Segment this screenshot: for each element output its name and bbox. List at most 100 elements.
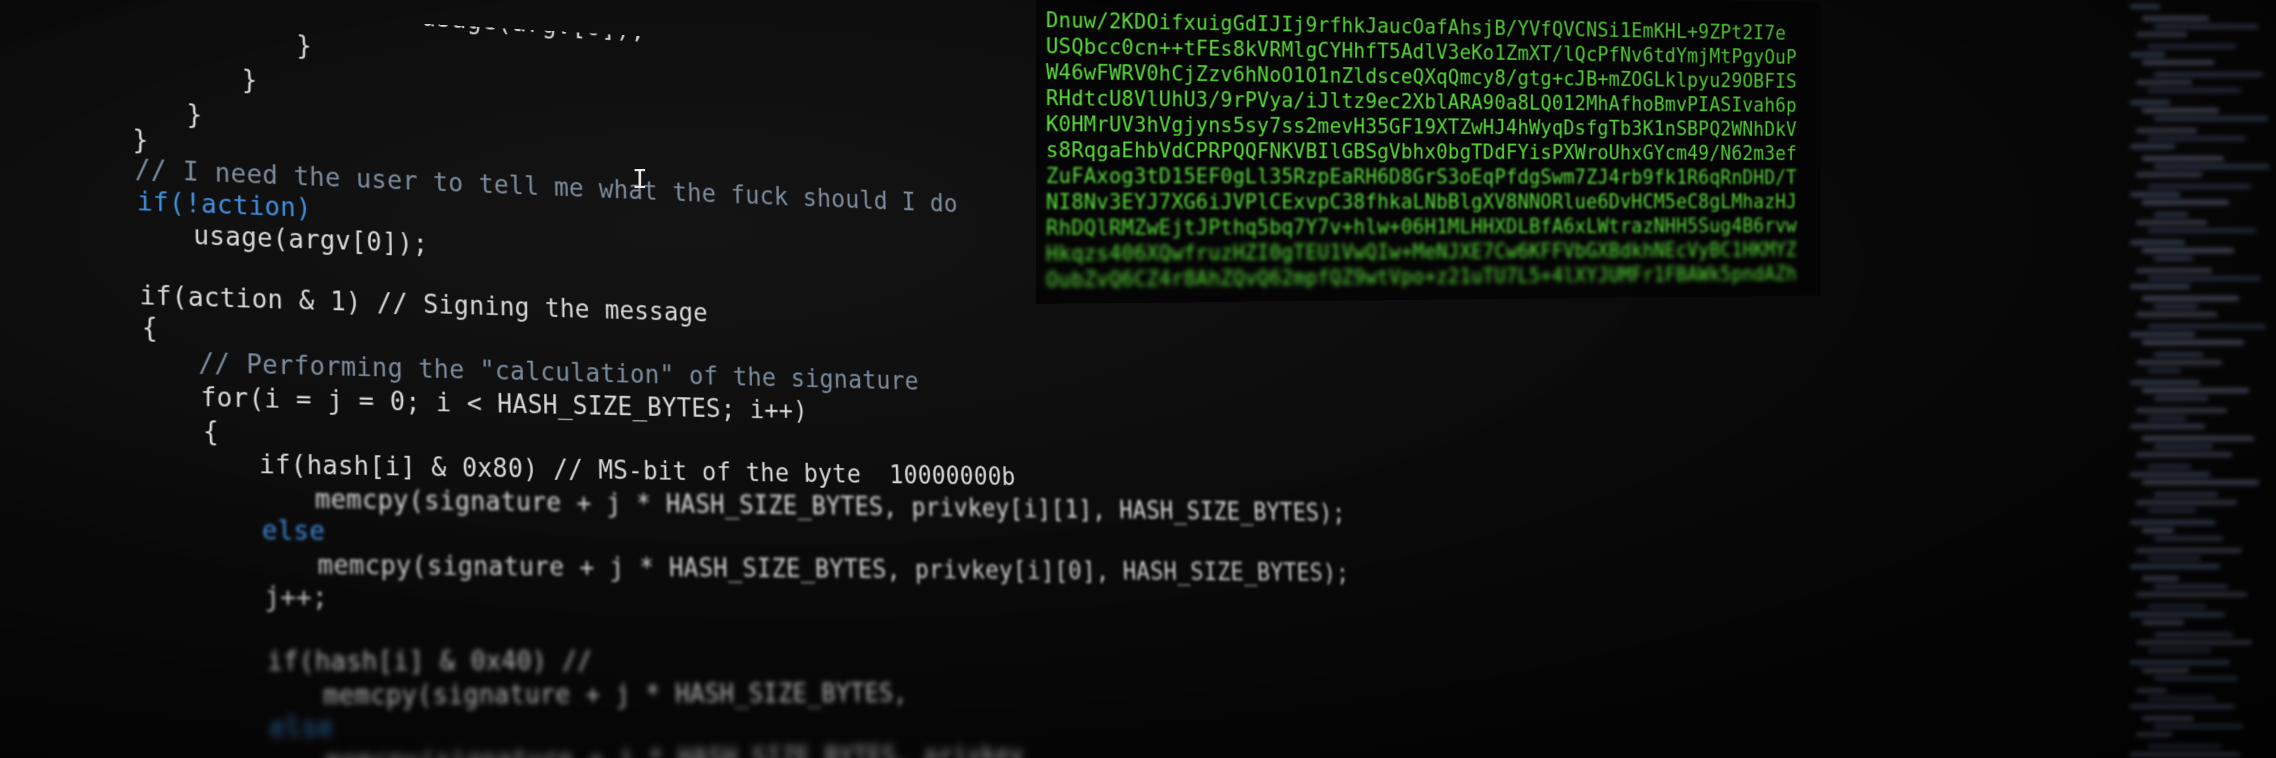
- minimap-line: [2142, 16, 2209, 21]
- minimap-line: [2136, 268, 2212, 273]
- minimap-line: [2148, 416, 2186, 421]
- minimap-line: [2154, 256, 2193, 261]
- code-line: }: [296, 30, 312, 61]
- minimap-line: [2130, 284, 2190, 289]
- code-text: memcpy(signature + j * HASH_SIZE_BYTES, …: [317, 549, 1350, 588]
- minimap-line: [2142, 576, 2179, 581]
- code-text: memcpy(signature + j * HASH_SIZE_BYTES, …: [314, 483, 1346, 528]
- minimap-line: [2136, 500, 2237, 505]
- minimap-line: [2148, 648, 2211, 653]
- minimap-line: [2136, 640, 2252, 645]
- code-line: {: [203, 416, 219, 447]
- minimap-line: [2130, 332, 2195, 337]
- minimap-line: [2154, 724, 2243, 729]
- minimap-line: [2142, 388, 2249, 393]
- terminal-line: OubZvQ6CZ4r8AhZQvQ62mpfQZ9wtVpo+z21uTU7L…: [1045, 262, 1797, 292]
- minimap-line: [2148, 696, 2216, 701]
- minimap-line: [2154, 632, 2233, 637]
- terminal-panel[interactable]: Dnuw/2KDOifxuigGdIJIj9rfhkJaucOafAhsjB/Y…: [1036, 0, 1821, 304]
- minimap-line: [2136, 688, 2167, 693]
- minimap-line: [2148, 744, 2221, 749]
- minimap-line: [2154, 304, 2198, 309]
- minimap-line: [2142, 60, 2214, 65]
- code-text: if(hash[i] & 0x40) //: [266, 645, 593, 678]
- terminal-line: s8RqgaEhbVdCPRPQQFNKVBIlGBSgVbhx0bgTDdFY…: [1045, 138, 1797, 165]
- code-line: memcpy(signature + j * HASH_SIZE_BYTES, …: [326, 741, 1024, 758]
- code-line: j++;: [264, 581, 328, 612]
- minimap-line: [2130, 52, 2165, 57]
- minimap-line: [2142, 156, 2224, 161]
- minimap-line: [2154, 396, 2208, 401]
- minimap-line: [2130, 100, 2170, 105]
- screen: usage(argv[0]); } } } } // I need the us…: [0, 0, 2276, 758]
- minimap-line: [2130, 564, 2220, 569]
- code-line: memcpy(signature + j * HASH_SIZE_BYTES,: [323, 679, 908, 712]
- minimap-line: [2142, 200, 2229, 205]
- code-line: }: [186, 99, 202, 130]
- code-minimap[interactable]: [2110, 0, 2276, 758]
- code-line: usage(argv[0]);: [421, 3, 646, 45]
- minimap-line: [2130, 4, 2160, 9]
- minimap-line: [2142, 528, 2174, 533]
- code-line: if(!action): [137, 186, 312, 224]
- code-text: else: [269, 712, 334, 744]
- minimap-line: [2154, 212, 2188, 217]
- minimap-line: [2130, 144, 2175, 149]
- minimap-line: [2130, 752, 2240, 757]
- minimap-line: [2148, 324, 2266, 329]
- code-text: if(action & 1) // Signing the message: [139, 280, 709, 329]
- minimap-line: [2142, 480, 2259, 485]
- minimap-line: [2148, 508, 2196, 513]
- minimap-line: [2136, 408, 2227, 413]
- minimap-line: [2136, 452, 2232, 457]
- code-text: memcpy(signature + j * HASH_SIZE_BYTES,: [322, 678, 908, 712]
- minimap-line: [2130, 520, 2215, 525]
- minimap-line: [2148, 368, 2181, 373]
- code-text: }: [186, 99, 203, 131]
- minimap-line: [2130, 424, 2205, 429]
- minimap-line: [2148, 464, 2191, 469]
- code-text: usage(argv[0]);: [193, 220, 429, 260]
- code-line: }: [242, 65, 258, 96]
- minimap-line: [2130, 240, 2185, 245]
- minimap-line: [2148, 136, 2246, 141]
- minimap-line: [2142, 620, 2184, 625]
- minimap-line: [2148, 88, 2241, 93]
- minimap-line: [2136, 220, 2207, 225]
- code-text: }: [241, 64, 258, 96]
- minimap-line: [2136, 128, 2197, 133]
- minimap-line: [2142, 668, 2189, 673]
- minimap-line: [2154, 492, 2218, 497]
- minimap-line: [2142, 108, 2219, 113]
- minimap-line: [2136, 360, 2222, 365]
- minimap-line: [2136, 172, 2202, 177]
- code-text: j++;: [264, 581, 328, 613]
- terminal-line: ZuFAxog3tD15EF0gLl35RzpEaRH6D8GrS3oEqPfd…: [1045, 164, 1797, 189]
- minimap-line: [2130, 192, 2180, 197]
- code-text: {: [141, 312, 159, 344]
- minimap-line: [2136, 548, 2242, 553]
- code-text: if(!action): [136, 186, 312, 224]
- code-text: }: [296, 30, 313, 62]
- minimap-line: [2136, 312, 2217, 317]
- minimap-line: [2148, 276, 2261, 281]
- minimap-line: [2148, 184, 2251, 189]
- minimap-line: [2154, 444, 2213, 449]
- minimap-line: [2130, 472, 2210, 477]
- code-text: memcpy(signature + j * HASH_SIZE_BYTES, …: [326, 741, 1024, 758]
- minimap-line: [2154, 116, 2268, 121]
- minimap-line: [2136, 732, 2172, 737]
- minimap-line: [2154, 536, 2223, 541]
- minimap-line: [2130, 380, 2200, 385]
- minimap-line: [2154, 24, 2258, 29]
- minimap-line: [2130, 660, 2230, 665]
- code-line: }: [132, 124, 148, 156]
- minimap-line: [2142, 436, 2254, 441]
- terminal-line: Hkqzs406XQwfruzHZI0gTEU1VwQIw+MeNJXE7Cw6…: [1045, 238, 1797, 266]
- minimap-line: [2148, 604, 2206, 609]
- minimap-line: [2154, 352, 2203, 357]
- minimap-line: [2142, 716, 2194, 721]
- minimap-line: [2142, 248, 2234, 253]
- minimap-line: [2142, 340, 2244, 345]
- minimap-line: [2148, 228, 2256, 233]
